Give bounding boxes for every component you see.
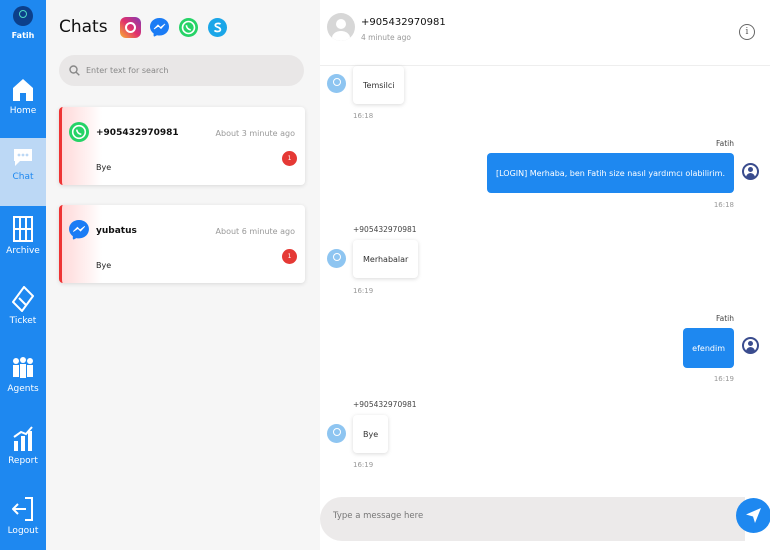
unread-badge: 1 (282, 249, 297, 264)
agent-avatar (742, 163, 759, 180)
nav-label-ticket: Ticket (9, 316, 37, 326)
chat-icon (14, 149, 32, 166)
nav-label-chat: Chat (12, 172, 34, 182)
message-time: 16:19 (353, 287, 374, 295)
chat-item-name: yubatus (96, 226, 137, 236)
message-input[interactable] (333, 511, 713, 521)
skype-icon[interactable] (207, 17, 228, 38)
nav-item-home[interactable]: Home (0, 70, 46, 138)
customer-avatar (327, 249, 346, 268)
archive-icon (13, 216, 33, 242)
user-avatar (13, 6, 33, 26)
chat-item-last-message: Bye (96, 261, 112, 270)
user-profile[interactable]: Fatih (0, 6, 46, 40)
message-time: 16:18 (353, 112, 374, 120)
message-bubble-outgoing: efendim (683, 328, 734, 368)
contact-name: +905432970981 (361, 17, 446, 28)
logout-icon (12, 497, 33, 521)
message-sender: +905432970981 (353, 225, 417, 234)
nav-label-agents: Agents (7, 384, 39, 394)
messenger-icon[interactable] (149, 17, 170, 38)
contact-avatar (327, 13, 355, 41)
sidebar-nav: Fatih Home Chat Archive Ticket Agents Re… (0, 0, 46, 550)
chat-list-panel: Chats +905432970981 About 3 minute (46, 0, 320, 550)
message-bubble-incoming: Merhabalar (353, 240, 419, 278)
search-input[interactable] (86, 66, 286, 75)
ticket-icon (12, 286, 34, 312)
nav-label-logout: Logout (7, 526, 39, 536)
nav-item-archive[interactable]: Archive (0, 208, 46, 276)
nav-item-logout[interactable]: Logout (0, 488, 46, 550)
home-icon (13, 79, 33, 101)
chat-list-title: Chats (59, 17, 108, 37)
message-time: 16:18 (713, 201, 734, 209)
chat-item[interactable]: +905432970981 About 3 minute ago Bye 1 (59, 107, 305, 185)
nav-label-archive: Archive (6, 246, 40, 256)
send-button[interactable] (736, 498, 770, 533)
customer-avatar (327, 74, 346, 93)
chat-item-time: About 3 minute ago (215, 129, 295, 138)
instagram-icon[interactable] (119, 16, 141, 38)
message-bubble-outgoing: [LOGIN] Merhaba, ben Fatih size nasıl ya… (486, 153, 734, 193)
message-time: 16:19 (353, 461, 374, 469)
nav-item-report[interactable]: Report (0, 418, 46, 486)
chat-item-time: About 6 minute ago (215, 227, 295, 236)
info-icon[interactable]: i (739, 24, 755, 40)
whatsapp-icon (69, 122, 89, 142)
message-sender: Fatih (716, 139, 734, 148)
nav-item-chat[interactable]: Chat (0, 138, 46, 206)
send-icon (746, 508, 761, 523)
message-time: 16:19 (713, 375, 734, 383)
chat-item[interactable]: yubatus About 6 minute ago Bye 1 (59, 205, 305, 283)
message-bubble-incoming: Temsilci (353, 66, 405, 104)
message-bubble-incoming: Bye (353, 415, 389, 453)
agents-icon (13, 357, 33, 378)
message-sender: +905432970981 (353, 400, 417, 409)
nav-item-ticket[interactable]: Ticket (0, 278, 46, 346)
nav-item-agents[interactable]: Agents (0, 348, 46, 416)
message-sender: Fatih (716, 314, 734, 323)
search-bar (59, 55, 304, 86)
nav-label-report: Report (8, 456, 38, 466)
agent-avatar (742, 337, 759, 354)
chat-item-name: +905432970981 (96, 128, 179, 138)
conversation-header: +905432970981 4 minute ago i (320, 0, 770, 66)
whatsapp-icon[interactable] (178, 17, 199, 38)
user-name: Fatih (11, 31, 35, 40)
chat-item-last-message: Bye (96, 163, 112, 172)
search-icon (69, 65, 80, 76)
nav-label-home: Home (9, 106, 37, 116)
conversation-panel: +905432970981 4 minute ago i Temsilci 16… (320, 0, 770, 550)
unread-badge: 1 (282, 151, 297, 166)
messenger-icon (69, 220, 89, 240)
customer-avatar (327, 424, 346, 443)
report-icon (13, 426, 33, 451)
chat-list-header: Chats (59, 10, 236, 44)
contact-last-seen: 4 minute ago (361, 33, 411, 42)
message-composer (320, 497, 745, 541)
